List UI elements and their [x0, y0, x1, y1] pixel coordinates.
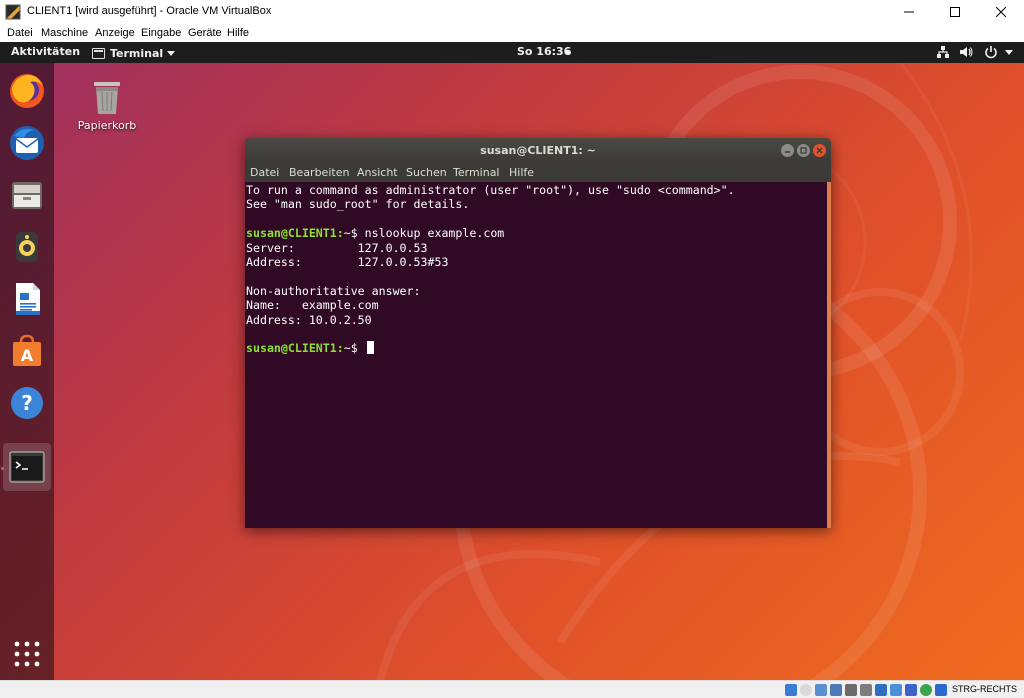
- terminal-output[interactable]: To run a command as administrator (user …: [245, 182, 827, 528]
- terminal-window[interactable]: susan@CLIENT1: ~ Datei Bearbeiten Ansich…: [245, 138, 831, 528]
- activities-button[interactable]: Aktivitäten: [11, 45, 80, 58]
- software-icon: A: [13, 334, 41, 366]
- files-icon: [12, 182, 42, 209]
- close-button[interactable]: [978, 0, 1024, 24]
- host-titlebar: CLIENT1 [wird ausgeführt] - Oracle VM Vi…: [0, 0, 1024, 24]
- terminal-line: susan@CLIENT1:~$ nslookup example.com: [246, 226, 505, 241]
- terminal-minimize-button[interactable]: [781, 144, 794, 157]
- network-status-icon[interactable]: [830, 684, 842, 696]
- volume-icon[interactable]: [959, 45, 973, 59]
- system-menu-chevron-icon[interactable]: [1005, 50, 1013, 55]
- shell-prompt: susan@CLIENT1:: [246, 341, 344, 356]
- gnome-topbar: Aktivitäten Terminal So 16:36: [0, 42, 1024, 63]
- power-icon[interactable]: [984, 45, 998, 59]
- terminal-menubar: Datei Bearbeiten Ansicht Suchen Terminal…: [245, 163, 831, 182]
- host-menu-geraete[interactable]: Geräte: [188, 27, 222, 39]
- terminal-menu-datei[interactable]: Datei: [250, 166, 279, 179]
- terminal-line: To run a command as administrator (user …: [246, 183, 735, 197]
- network-icon[interactable]: [936, 45, 950, 59]
- trash-label: Papierkorb: [77, 119, 137, 132]
- terminal-line: Non-authoritative answer:: [246, 283, 421, 298]
- vt-x-status-icon[interactable]: [905, 684, 917, 696]
- maximize-icon: [800, 147, 807, 154]
- terminal-line: Address: 127.0.0.53#53: [246, 254, 449, 269]
- optical-drive-status-icon[interactable]: [800, 684, 812, 696]
- host-menu-datei[interactable]: Datei: [7, 27, 33, 39]
- maximize-icon: [950, 7, 960, 17]
- dock-rhythmbox[interactable]: [3, 223, 51, 271]
- vbox-statusbar: STRG-RECHTS: [0, 680, 1024, 698]
- keyboard-capture-status-icon[interactable]: [935, 684, 947, 696]
- svg-text:A: A: [21, 346, 34, 365]
- running-indicator-icon: [1, 467, 4, 470]
- rhythmbox-icon: [16, 232, 38, 262]
- guest-screen[interactable]: Aktivitäten Terminal So 16:36 A ? Papier…: [0, 42, 1024, 680]
- writer-icon: [16, 283, 40, 315]
- audio-status-icon[interactable]: [815, 684, 827, 696]
- dock-thunderbird[interactable]: [3, 119, 51, 167]
- host-key-label[interactable]: STRG-RECHTS: [952, 684, 1017, 694]
- minimize-button[interactable]: [886, 0, 932, 24]
- virtualbox-vm-icon: [5, 4, 21, 20]
- host-window-title: CLIENT1 [wird ausgeführt] - Oracle VM Vi…: [27, 5, 272, 17]
- terminal-menu-suchen[interactable]: Suchen: [406, 166, 447, 179]
- terminal-menu-terminal[interactable]: Terminal: [453, 166, 500, 179]
- app-menu-label: Terminal: [110, 46, 164, 60]
- host-menu-maschine[interactable]: Maschine: [41, 27, 88, 39]
- terminal-line: susan@CLIENT1:~$: [246, 341, 826, 355]
- terminal-menu-hilfe[interactable]: Hilfe: [509, 166, 534, 179]
- recording-status-icon[interactable]: [890, 684, 902, 696]
- show-applications-icon[interactable]: [13, 640, 41, 668]
- terminal-line: Address: 10.0.2.50: [246, 312, 372, 327]
- display-status-icon[interactable]: [875, 684, 887, 696]
- dock-terminal[interactable]: [3, 443, 51, 491]
- terminal-maximize-button[interactable]: [797, 144, 810, 157]
- terminal-icon: [9, 451, 45, 483]
- host-menu-anzeige[interactable]: Anzeige: [95, 27, 135, 39]
- clock[interactable]: So 16:36: [517, 45, 571, 58]
- minimize-icon: [904, 11, 914, 13]
- mouse-integration-status-icon[interactable]: [920, 684, 932, 696]
- dock-files[interactable]: [3, 171, 51, 219]
- terminal-line: Server: 127.0.0.53: [246, 240, 428, 255]
- help-icon: ?: [11, 387, 43, 419]
- minimize-icon: [785, 151, 790, 153]
- close-icon: [996, 7, 1006, 17]
- terminal-line: See "man sudo_root" for details.: [246, 197, 470, 212]
- chevron-down-icon: [167, 50, 176, 56]
- desktop-trash[interactable]: Papierkorb: [72, 78, 142, 138]
- terminal-small-icon: [92, 47, 105, 59]
- close-icon: [816, 147, 823, 154]
- shared-folders-status-icon[interactable]: [860, 684, 872, 696]
- notification-dot-icon: [566, 50, 571, 55]
- firefox-icon: [10, 74, 44, 108]
- terminal-menu-bearbeiten[interactable]: Bearbeiten: [289, 166, 349, 179]
- svg-text:?: ?: [21, 391, 33, 415]
- usb-status-icon[interactable]: [845, 684, 857, 696]
- dock: A ?: [0, 63, 54, 680]
- shell-prompt: susan@CLIENT1:: [246, 226, 344, 241]
- host-menu-eingabe[interactable]: Eingabe: [141, 27, 181, 39]
- dock-firefox[interactable]: [3, 67, 51, 115]
- terminal-title: susan@CLIENT1: ~: [480, 144, 596, 157]
- terminal-close-button[interactable]: [813, 144, 826, 157]
- trash-icon: [94, 82, 120, 114]
- terminal-line: Name: example.com: [246, 298, 379, 313]
- dock-software[interactable]: A: [3, 327, 51, 375]
- host-menubar: Datei Maschine Anzeige Eingabe Geräte Hi…: [0, 24, 1024, 42]
- terminal-menu-ansicht[interactable]: Ansicht: [357, 166, 398, 179]
- app-menu[interactable]: Terminal: [92, 45, 176, 61]
- dock-writer[interactable]: [3, 275, 51, 323]
- thunderbird-icon: [10, 126, 44, 160]
- terminal-scrollbar[interactable]: [827, 182, 831, 528]
- text-cursor: [366, 341, 374, 355]
- terminal-titlebar[interactable]: susan@CLIENT1: ~: [245, 138, 831, 163]
- maximize-button[interactable]: [932, 0, 978, 24]
- dock-help[interactable]: ?: [3, 379, 51, 427]
- host-menu-hilfe[interactable]: Hilfe: [227, 27, 249, 39]
- harddisk-status-icon[interactable]: [785, 684, 797, 696]
